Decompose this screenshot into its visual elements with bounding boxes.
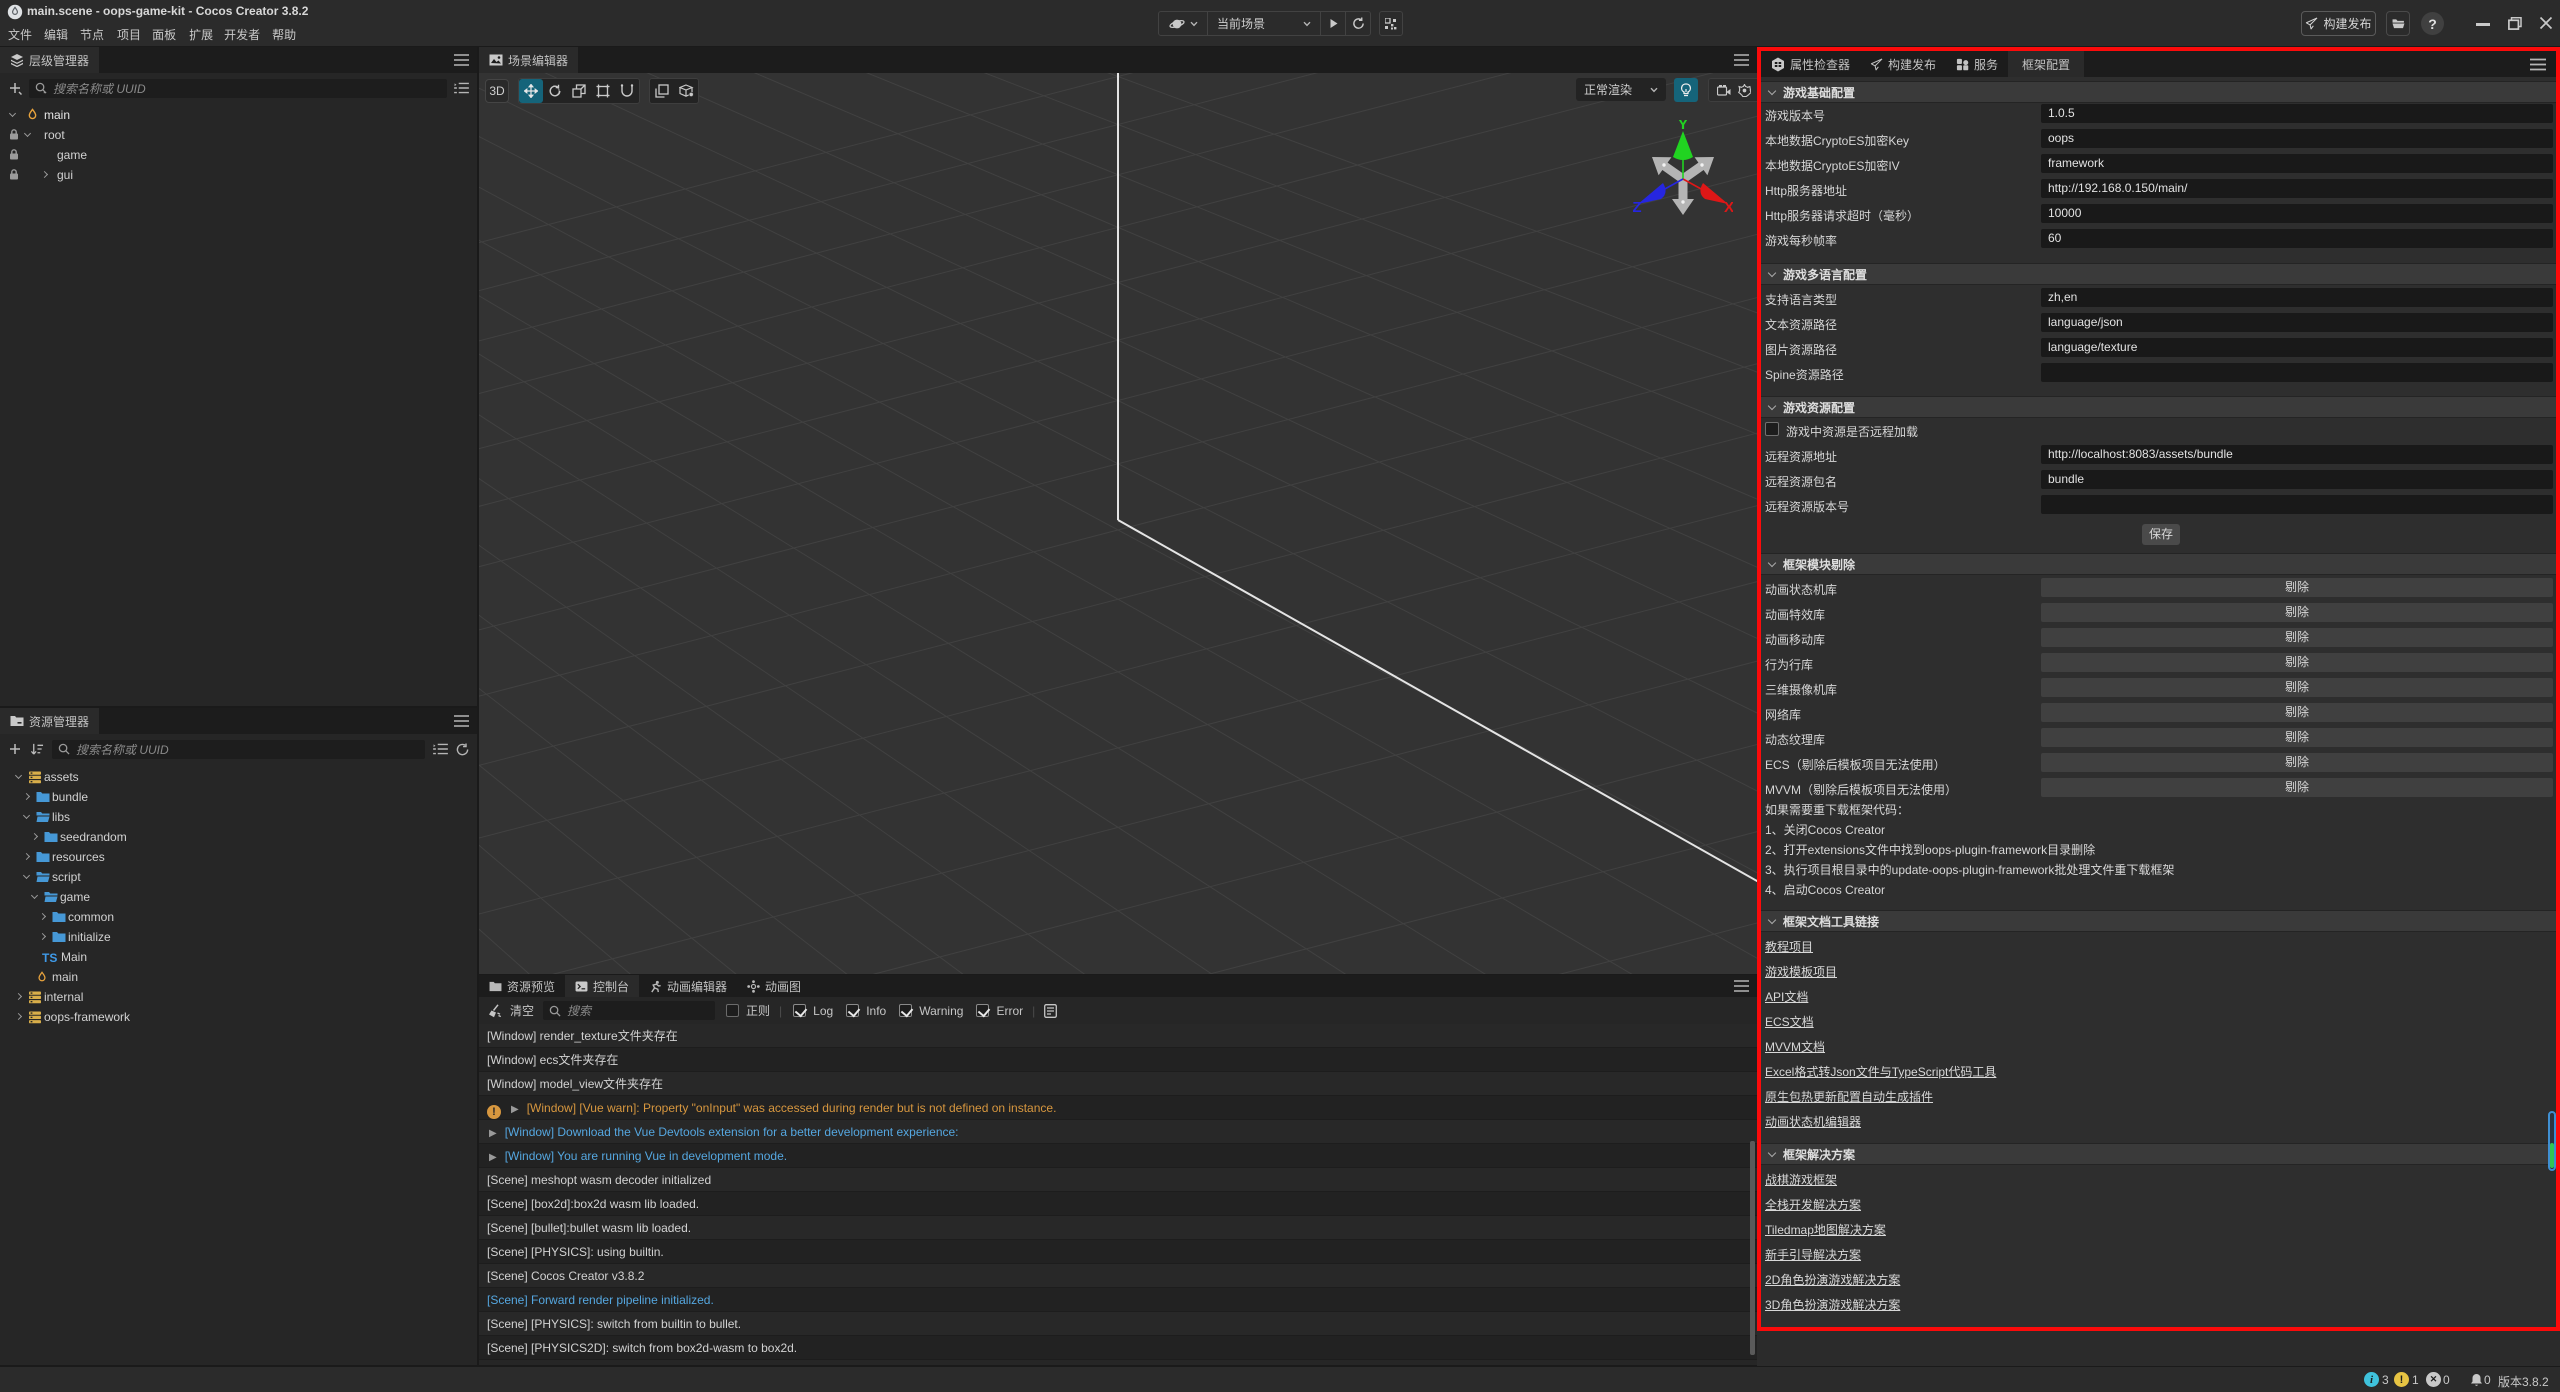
svg-text:X: X: [1724, 199, 1733, 216]
svg-text:Z: Z: [1633, 199, 1642, 216]
svg-text:Y: Y: [1678, 120, 1688, 133]
